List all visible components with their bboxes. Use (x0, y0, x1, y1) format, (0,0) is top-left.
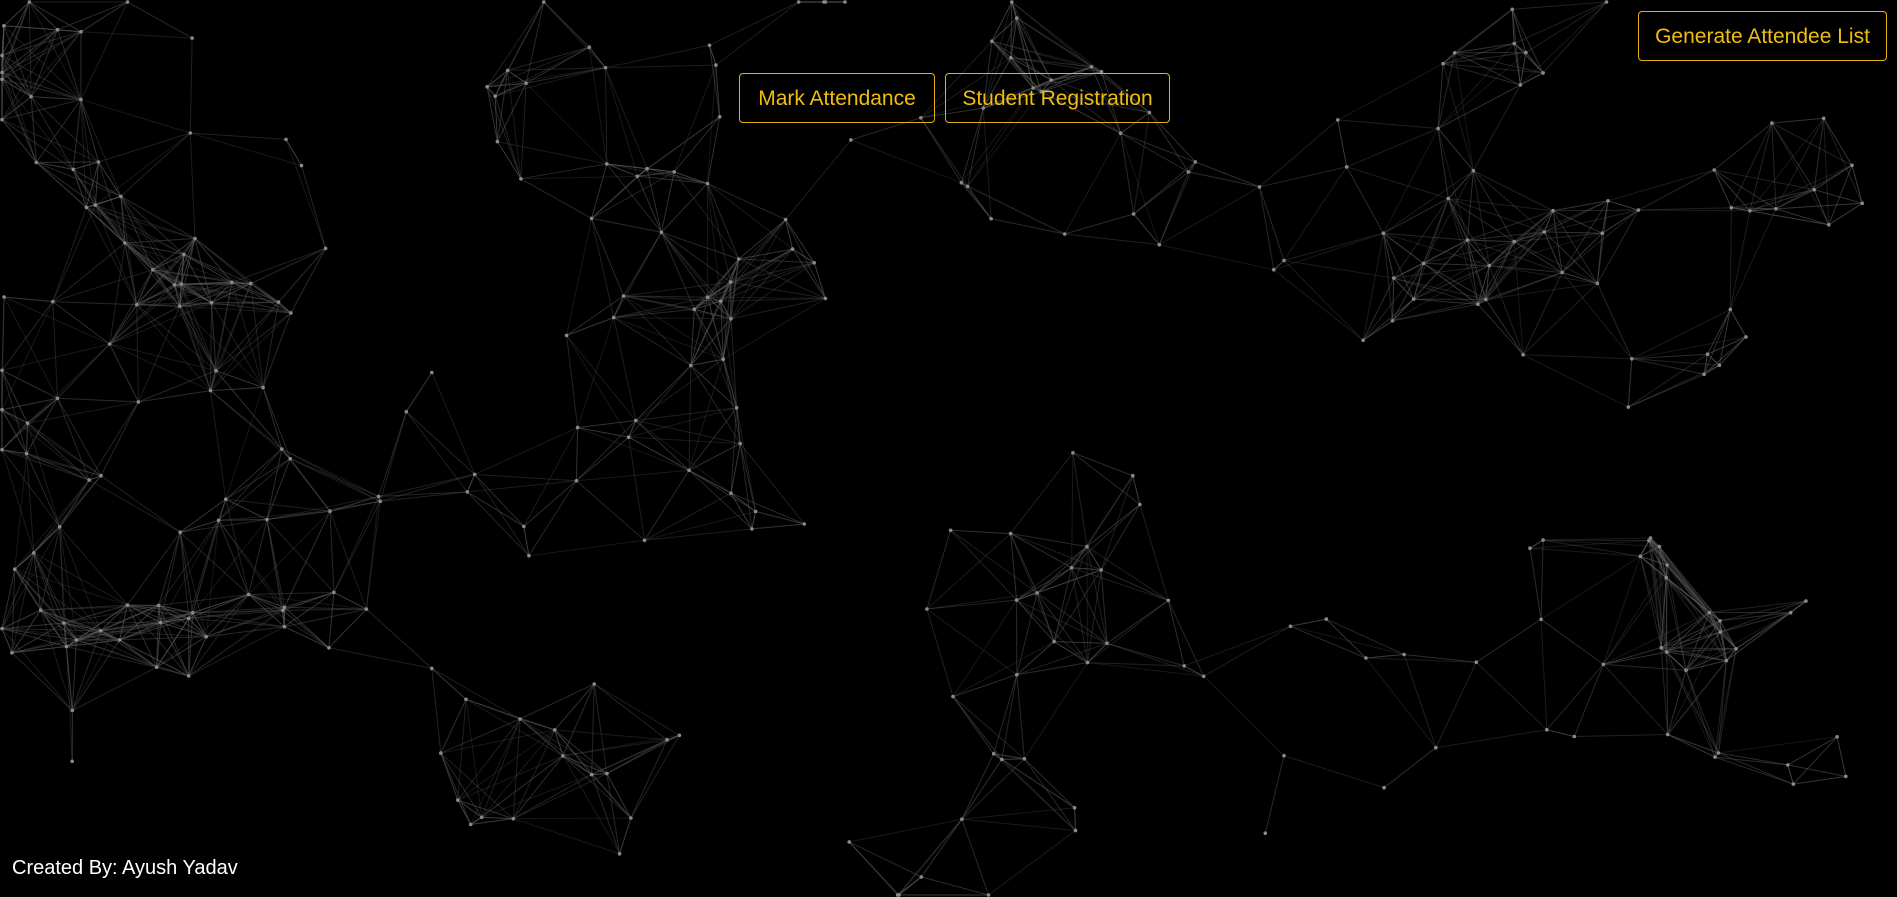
student-registration-button[interactable]: Student Registration (945, 73, 1170, 123)
particle-network-background (0, 0, 1864, 897)
generate-attendee-list-button[interactable]: Generate Attendee List (1638, 11, 1887, 61)
footer-credit: Created By: Ayush Yadav (12, 857, 238, 879)
mark-attendance-button[interactable]: Mark Attendance (739, 73, 935, 123)
page-background: Mark Attendance Student Registration Gen… (0, 0, 1897, 897)
